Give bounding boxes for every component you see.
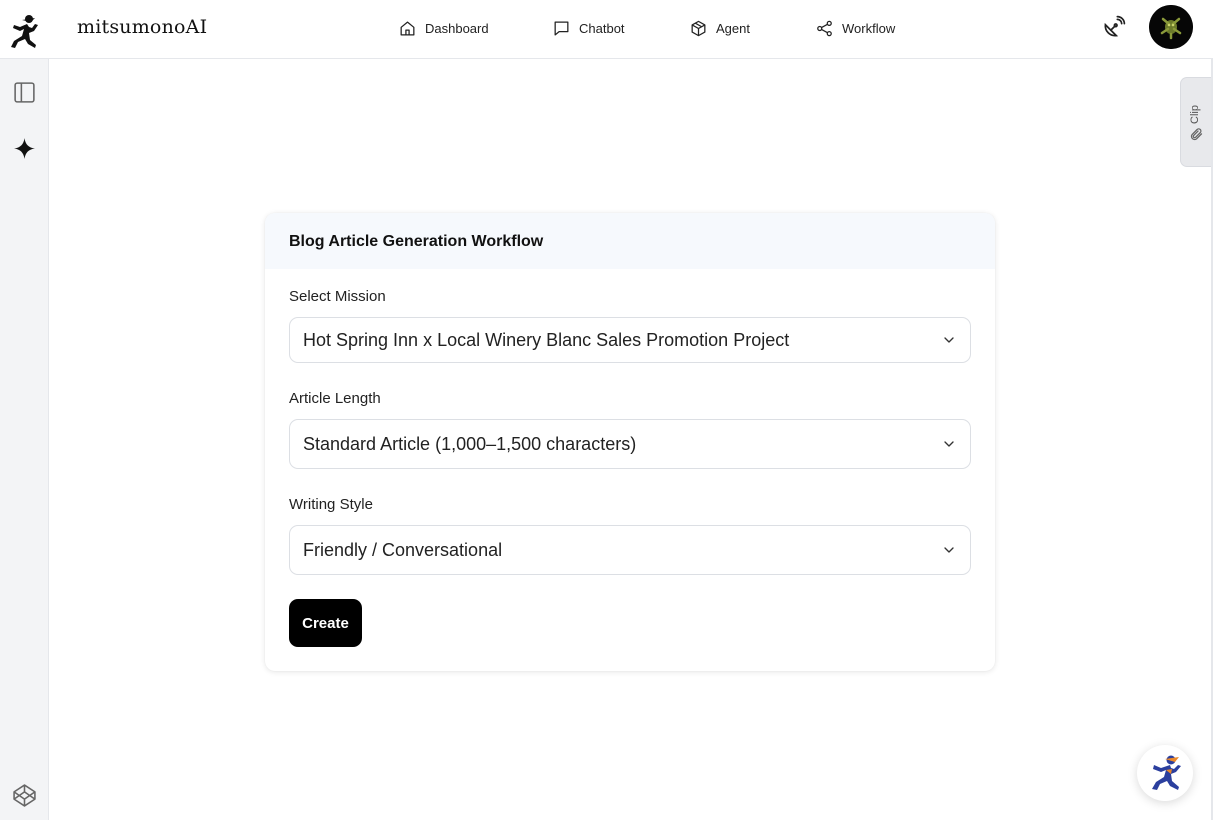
create-button[interactable]: Create — [289, 599, 362, 647]
mission-select[interactable]: Hot Spring Inn x Local Winery Blanc Sale… — [289, 317, 971, 363]
share-nodes-icon — [817, 20, 832, 36]
nav-chatbot-label: Chatbot — [579, 20, 625, 36]
mission-select-value: Hot Spring Inn x Local Winery Blanc Sale… — [303, 329, 790, 350]
paperclip-icon — [1190, 128, 1203, 141]
length-select-value: Standard Article (1,000–1,500 characters… — [303, 433, 637, 454]
workflow-card: Blog Article Generation Workflow Select … — [265, 213, 995, 671]
left-sidebar — [0, 59, 49, 820]
nav-agent[interactable]: Agent — [689, 0, 750, 56]
running-ninja-logo[interactable] — [8, 14, 40, 50]
cube-icon — [691, 20, 706, 36]
home-icon — [400, 21, 415, 35]
length-select[interactable]: Standard Article (1,000–1,500 characters… — [289, 419, 971, 469]
brand-name[interactable]: mitsumonoAI — [77, 16, 207, 38]
sparkle-icon[interactable] — [12, 136, 37, 161]
nav-agent-label: Agent — [716, 20, 750, 36]
nav-workflow-label: Workflow — [842, 20, 896, 36]
chevron-down-icon — [944, 547, 954, 553]
nav-dashboard[interactable]: Dashboard — [398, 0, 489, 56]
clip-tab[interactable]: Clip — [1180, 77, 1213, 167]
ninja-assistant-icon — [1152, 755, 1181, 790]
top-header: mitsumonoAI Dashboard Chatbot Agent Work… — [0, 0, 1213, 59]
chevron-down-icon — [944, 337, 954, 343]
mission-label: Select Mission — [289, 288, 386, 305]
card-title: Blog Article Generation Workflow — [265, 213, 995, 269]
chat-bubble-icon — [554, 21, 569, 35]
style-label: Writing Style — [289, 496, 373, 513]
nav-dashboard-label: Dashboard — [425, 20, 489, 36]
panel-left-icon[interactable] — [12, 80, 37, 105]
avatar[interactable] — [1149, 5, 1193, 49]
nav-workflow[interactable]: Workflow — [815, 0, 895, 56]
length-label: Article Length — [289, 390, 381, 407]
codepen-icon[interactable] — [12, 783, 37, 808]
style-select-value: Friendly / Conversational — [303, 539, 503, 560]
assistant-fab[interactable] — [1137, 745, 1193, 801]
satellite-dish-icon[interactable] — [1100, 15, 1126, 41]
avatar-image — [1149, 5, 1193, 49]
style-select[interactable]: Friendly / Conversational — [289, 525, 971, 575]
nav-chatbot[interactable]: Chatbot — [552, 0, 625, 56]
clip-label: Clip — [1189, 105, 1201, 124]
chevron-down-icon — [944, 441, 954, 447]
